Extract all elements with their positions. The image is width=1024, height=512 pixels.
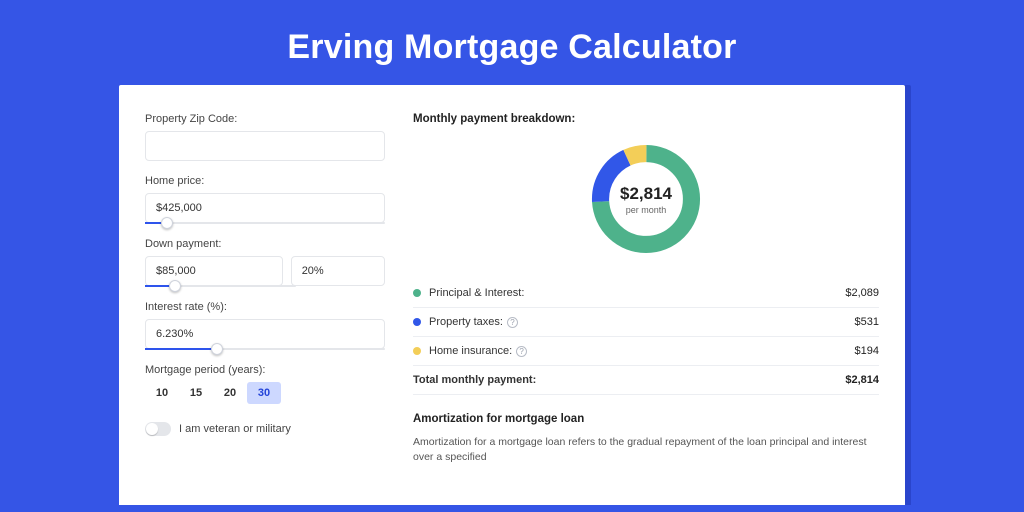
veteran-toggle[interactable] xyxy=(145,422,171,436)
total-row: Total monthly payment: $2,814 xyxy=(413,366,879,395)
period-option-20[interactable]: 20 xyxy=(213,382,247,404)
legend: Principal & Interest: $2,089 Property taxe… xyxy=(413,279,879,366)
down-field: Down payment: xyxy=(145,238,385,287)
period-option-10[interactable]: 10 xyxy=(145,382,179,404)
slider-thumb-icon[interactable] xyxy=(169,280,181,292)
donut-sub: per month xyxy=(626,205,667,215)
calculator-card: Property Zip Code: Home price: Down paym… xyxy=(119,85,905,505)
help-icon[interactable]: ? xyxy=(507,317,518,328)
slider-thumb-icon[interactable] xyxy=(161,217,173,229)
period-label: Mortgage period (years): xyxy=(145,364,385,376)
period-option-15[interactable]: 15 xyxy=(179,382,213,404)
legend-value: $531 xyxy=(855,316,879,328)
amortization-section: Amortization for mortgage loan Amortizat… xyxy=(413,413,879,464)
period-options: 10152030 xyxy=(145,382,385,404)
donut-chart: $2,814 per month xyxy=(586,139,706,259)
rate-input[interactable] xyxy=(145,319,385,349)
down-amount-input[interactable] xyxy=(145,256,283,286)
donut-wrap: $2,814 per month xyxy=(413,139,879,259)
help-icon[interactable]: ? xyxy=(516,346,527,357)
legend-dot-icon xyxy=(413,289,421,297)
zip-field: Property Zip Code: xyxy=(145,113,385,161)
breakdown-panel: Monthly payment breakdown: $2,814 per mo… xyxy=(413,113,879,505)
total-label: Total monthly payment: xyxy=(413,374,845,386)
legend-row: Property taxes:? $531 xyxy=(413,308,879,337)
down-label: Down payment: xyxy=(145,238,385,250)
amort-title: Amortization for mortgage loan xyxy=(413,413,879,425)
rate-label: Interest rate (%): xyxy=(145,301,385,313)
price-field: Home price: xyxy=(145,175,385,224)
legend-value: $194 xyxy=(855,345,879,357)
legend-dot-icon xyxy=(413,347,421,355)
legend-row: Principal & Interest: $2,089 xyxy=(413,279,879,308)
donut-total: $2,814 xyxy=(620,184,672,204)
legend-label: Principal & Interest: xyxy=(429,287,524,299)
period-field: Mortgage period (years): 10152030 xyxy=(145,364,385,404)
rate-field: Interest rate (%): xyxy=(145,301,385,350)
amort-body: Amortization for a mortgage loan refers … xyxy=(413,435,879,464)
legend-label: Home insurance: xyxy=(429,345,512,357)
price-label: Home price: xyxy=(145,175,385,187)
veteran-label: I am veteran or military xyxy=(179,423,291,435)
legend-row: Home insurance:? $194 xyxy=(413,337,879,366)
toggle-knob-icon xyxy=(146,423,158,435)
form-panel: Property Zip Code: Home price: Down paym… xyxy=(145,113,385,505)
period-option-30[interactable]: 30 xyxy=(247,382,281,404)
total-value: $2,814 xyxy=(845,374,879,386)
legend-value: $2,089 xyxy=(845,287,879,299)
slider-thumb-icon[interactable] xyxy=(211,343,223,355)
zip-input[interactable] xyxy=(145,131,385,161)
down-slider[interactable] xyxy=(145,285,296,287)
legend-label: Property taxes: xyxy=(429,316,503,328)
price-slider[interactable] xyxy=(145,222,385,224)
price-input[interactable] xyxy=(145,193,385,223)
breakdown-title: Monthly payment breakdown: xyxy=(413,113,879,125)
legend-dot-icon xyxy=(413,318,421,326)
page-title: Erving Mortgage Calculator xyxy=(0,0,1024,85)
down-pct-input[interactable] xyxy=(291,256,385,286)
rate-slider[interactable] xyxy=(145,348,385,350)
zip-label: Property Zip Code: xyxy=(145,113,385,125)
veteran-row: I am veteran or military xyxy=(145,422,385,436)
